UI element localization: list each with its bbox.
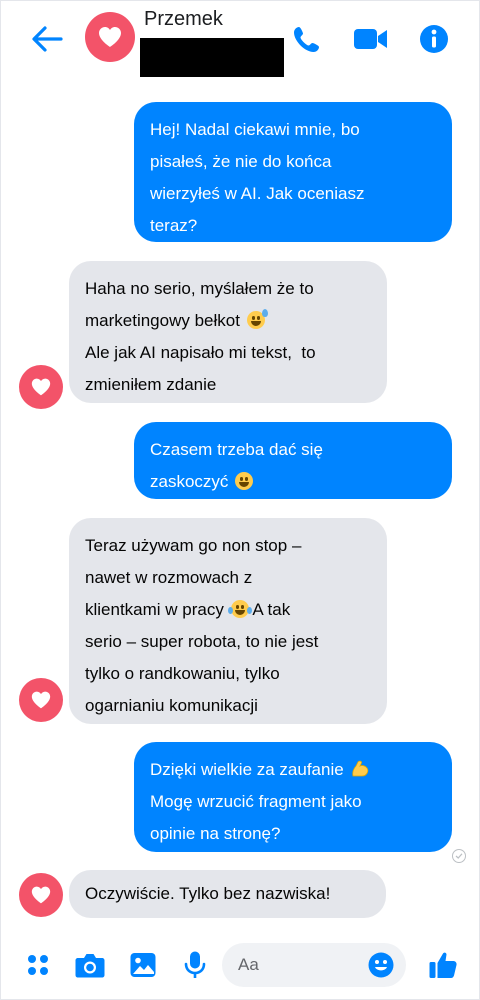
incoming-message[interactable]: Teraz używam go non stop – nawet w rozmo…	[69, 518, 387, 724]
image-icon[interactable]	[128, 949, 158, 981]
message-text: Haha no serio, myślałem że to	[85, 279, 314, 298]
message-composer	[1, 931, 479, 999]
outgoing-message[interactable]: Dzięki wielkie za zaufanie Mogę wrzucić …	[134, 742, 452, 852]
message-line: pisałeś, że nie do końca	[150, 152, 332, 171]
back-arrow-icon[interactable]	[29, 23, 65, 55]
heart-icon	[31, 378, 51, 396]
tears-of-joy-emoji	[227, 600, 252, 618]
message-text: zaskoczyć	[150, 472, 229, 491]
like-icon[interactable]	[427, 949, 459, 981]
message-line: teraz?	[150, 216, 198, 235]
message-line: nawet w rozmowach z	[85, 568, 253, 587]
contact-avatar[interactable]	[19, 873, 63, 917]
redacted-status-bar	[140, 38, 284, 77]
message-line: tylko o randkowaniu, tylko	[85, 664, 280, 683]
camera-icon[interactable]	[73, 949, 107, 981]
message-text: Dzięki wielkie za zaufanie	[150, 760, 344, 779]
heart-icon	[31, 886, 51, 904]
incoming-message[interactable]: Oczywiście. Tylko bez nazwiska!	[69, 870, 386, 918]
message-line: wierzyłeś w AI. Jak oceniasz	[150, 184, 365, 203]
message-line: Ale jak AI napisało mi tekst, to	[85, 343, 316, 362]
message-text: klientkami w pracy	[85, 600, 224, 619]
message-line: Teraz używam go non stop –	[85, 536, 302, 555]
chat-window: Przemek Hej! Nadal ciekawi mnie, bo pisa…	[0, 0, 480, 1000]
contact-avatar[interactable]	[19, 678, 63, 722]
message-line: zmieniłem zdanie	[85, 375, 217, 394]
apps-icon[interactable]	[24, 949, 52, 981]
outgoing-message[interactable]: Czasem trzeba dać się zaskoczyć	[134, 422, 452, 499]
contact-avatar[interactable]	[85, 12, 135, 62]
message-line: Mogę wrzucić fragment jako	[150, 792, 362, 811]
heart-icon	[31, 691, 51, 709]
info-icon[interactable]	[418, 23, 450, 55]
chat-header: Przemek	[1, 1, 479, 87]
video-camera-icon[interactable]	[353, 23, 389, 55]
message-line: zaskoczyć	[150, 466, 436, 498]
grinning-emoji	[235, 472, 254, 490]
outgoing-message[interactable]: Hej! Nadal ciekawi mnie, bo pisałeś, że …	[134, 102, 452, 242]
message-line: marketingowy bełkot	[85, 305, 371, 337]
message-line: ogarnianiu komunikacji	[85, 696, 258, 715]
message-line: Haha no serio, myślałem że to	[85, 273, 371, 305]
contact-avatar[interactable]	[19, 365, 63, 409]
message-input[interactable]	[222, 943, 372, 987]
emoji-icon[interactable]	[368, 952, 394, 978]
message-line: Oczywiście. Tylko bez nazwiska!	[85, 884, 331, 903]
message-text: marketingowy bełkot	[85, 311, 240, 330]
sent-check-icon	[452, 849, 466, 863]
grinning-sweat-emoji	[246, 309, 268, 329]
phone-icon[interactable]	[290, 23, 324, 55]
message-text: A tak	[252, 600, 291, 619]
flexed-biceps-emoji	[350, 760, 369, 778]
message-input-wrapper	[222, 943, 406, 987]
microphone-icon[interactable]	[181, 949, 209, 981]
message-line: serio – super robota, to nie jest	[85, 632, 319, 651]
incoming-message[interactable]: Haha no serio, myślałem że to marketingo…	[69, 261, 387, 403]
message-line: Czasem trzeba dać się	[150, 440, 323, 459]
message-line: opinie na stronę?	[150, 824, 281, 843]
message-line: Dzięki wielkie za zaufanie	[150, 754, 436, 786]
heart-icon	[99, 27, 121, 47]
message-line: Hej! Nadal ciekawi mnie, bo	[150, 120, 360, 139]
message-line: klientkami w pracy A tak	[85, 594, 371, 626]
contact-name[interactable]: Przemek	[144, 8, 223, 31]
